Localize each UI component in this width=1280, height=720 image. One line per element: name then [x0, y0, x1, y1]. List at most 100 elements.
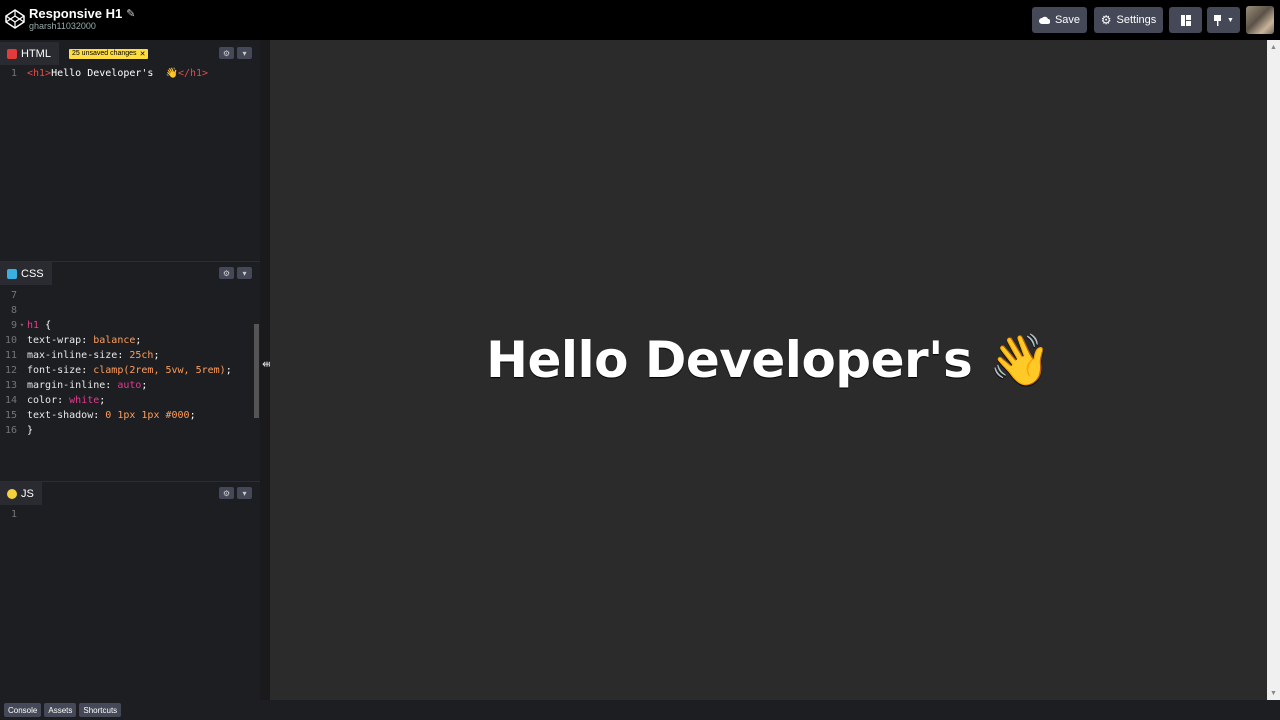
- css-panel-header: CSS ⚙ ▾: [0, 262, 260, 285]
- css-value: auto: [117, 380, 142, 391]
- js-collapse-button[interactable]: ▾: [237, 487, 252, 499]
- unsaved-changes-badge[interactable]: 25 unsaved changes ✕: [68, 48, 149, 59]
- gear-icon: ⚙: [222, 488, 231, 498]
- code-line: 8: [0, 303, 258, 318]
- line-number: 7: [10, 290, 17, 301]
- html-collapse-button[interactable]: ▾: [237, 47, 252, 59]
- tab-js[interactable]: JS: [0, 482, 42, 505]
- line-number: 10: [4, 335, 17, 346]
- css-property: max-inline-size: [27, 350, 118, 361]
- gear-icon: ⚙: [1100, 13, 1112, 27]
- chevron-down-icon: ▾: [242, 48, 247, 58]
- code-line: 16}: [0, 423, 258, 438]
- css-property: color: [27, 395, 58, 406]
- code-line: 9 ▾ h1 {: [0, 318, 258, 333]
- console-button[interactable]: Console: [4, 703, 42, 717]
- css-settings-button[interactable]: ⚙: [219, 267, 234, 279]
- js-editor[interactable]: 1: [0, 507, 258, 700]
- preview-scrollbar[interactable]: ▲ ▼: [1267, 40, 1280, 700]
- html-open-tag: <h1>: [27, 68, 52, 79]
- pin-icon: [1214, 14, 1222, 26]
- unsaved-changes-text: 25 unsaved changes: [71, 49, 137, 57]
- css-property: text-shadow: [27, 410, 94, 421]
- line-number: 16: [4, 425, 17, 436]
- js-settings-button[interactable]: ⚙: [219, 487, 234, 499]
- avatar[interactable]: [1246, 6, 1274, 34]
- line-number: 11: [4, 350, 17, 361]
- pen-title[interactable]: Responsive H1 ✎: [29, 6, 135, 21]
- js-panel-header: JS ⚙ ▾: [0, 482, 260, 505]
- css-brace: }: [27, 425, 34, 436]
- js-panel-label: JS: [21, 487, 34, 500]
- css-brace: {: [39, 320, 52, 331]
- html-editor[interactable]: 1 <h1> Hello Developer's 👋 </h1>: [0, 66, 258, 262]
- cloud-icon: [1039, 16, 1050, 24]
- line-number: 14: [4, 395, 17, 406]
- code-line: 10 text-wrap: balance;: [0, 333, 258, 348]
- preview-heading: Hello Developer's 👋: [486, 330, 1051, 389]
- css-selector: h1: [27, 320, 40, 331]
- code-line: 13 margin-inline: auto;: [0, 378, 258, 393]
- top-bar: Responsive H1 ✎ gharsh11032000 Save ⚙ Se…: [0, 0, 1280, 40]
- code-line: 12 font-size: clamp(2rem, 5vw, 5rem);: [0, 363, 258, 378]
- css-collapse-button[interactable]: ▾: [237, 267, 252, 279]
- css-value: white: [69, 395, 100, 406]
- chevron-down-icon: ▾: [242, 488, 247, 498]
- fold-arrow-icon[interactable]: ▾: [17, 318, 27, 333]
- chevron-down-icon: ▾: [242, 268, 247, 278]
- assets-button[interactable]: Assets: [44, 703, 77, 717]
- html-close-tag: </h1>: [177, 68, 209, 79]
- pin-button[interactable]: ▼: [1207, 7, 1240, 33]
- code-line: 15 text-shadow: 0 1px 1px #000;: [0, 408, 258, 423]
- code-line: 11 max-inline-size: 25ch;: [0, 348, 258, 363]
- line-number: 1: [10, 509, 17, 520]
- html-heading-text: Hello Developer's 👋: [51, 68, 178, 79]
- line-number: 1: [10, 68, 17, 79]
- html-panel-label: HTML: [21, 47, 51, 60]
- css-value: 25ch: [129, 350, 154, 361]
- html-icon: [7, 48, 17, 59]
- css-property: font-size: [27, 365, 82, 376]
- code-line: 1 <h1> Hello Developer's 👋 </h1>: [0, 66, 258, 81]
- css-value: 0 1px 1px #000: [105, 410, 190, 421]
- settings-button[interactable]: ⚙ Settings: [1094, 7, 1163, 33]
- line-number: 8: [10, 305, 17, 316]
- css-value: balance: [93, 335, 136, 346]
- html-settings-button[interactable]: ⚙: [219, 47, 234, 59]
- css-scrollbar[interactable]: [254, 324, 259, 418]
- code-line: 1: [0, 507, 258, 522]
- author-username[interactable]: gharsh11032000: [29, 21, 96, 31]
- tab-html[interactable]: HTML: [0, 42, 59, 65]
- js-icon: [7, 488, 17, 499]
- save-button[interactable]: Save: [1032, 7, 1087, 33]
- close-icon[interactable]: ✕: [140, 50, 146, 58]
- layout-icon: [1180, 14, 1191, 26]
- css-icon: [7, 268, 17, 279]
- css-property: text-wrap: [27, 335, 82, 346]
- line-number: 15: [4, 410, 17, 421]
- code-line: 7: [0, 288, 258, 303]
- css-property: margin-inline: [27, 380, 106, 391]
- line-number: 12: [4, 365, 17, 376]
- scroll-down-arrow-icon[interactable]: ▼: [1267, 688, 1280, 700]
- pencil-icon[interactable]: ✎: [126, 7, 135, 20]
- shortcuts-button[interactable]: Shortcuts: [79, 703, 122, 717]
- line-number: 13: [4, 380, 17, 391]
- bottom-bar: Console Assets Shortcuts: [0, 700, 1280, 720]
- save-label: Save: [1054, 14, 1081, 26]
- scroll-up-arrow-icon[interactable]: ▲: [1267, 42, 1280, 54]
- change-view-button[interactable]: [1169, 7, 1202, 33]
- gear-icon: ⚙: [222, 268, 231, 278]
- result-preview[interactable]: Hello Developer's 👋: [270, 40, 1267, 700]
- settings-label: Settings: [1116, 14, 1157, 26]
- html-panel-header: HTML 25 unsaved changes ✕ ⚙ ▾: [0, 42, 260, 65]
- codepen-logo-icon[interactable]: [5, 9, 25, 29]
- gear-icon: ⚙: [222, 48, 231, 58]
- tab-css[interactable]: CSS: [0, 262, 52, 285]
- pen-title-text[interactable]: Responsive H1: [29, 6, 122, 21]
- code-line: 14 color: white;: [0, 393, 258, 408]
- css-panel-label: CSS: [21, 267, 44, 280]
- line-number: 9: [10, 320, 17, 331]
- css-editor[interactable]: 7 8 9 ▾ h1 { 10 text-wrap: balance; 11 max-i…: [0, 288, 258, 482]
- css-value: clamp(2rem, 5vw, 5rem): [93, 365, 226, 376]
